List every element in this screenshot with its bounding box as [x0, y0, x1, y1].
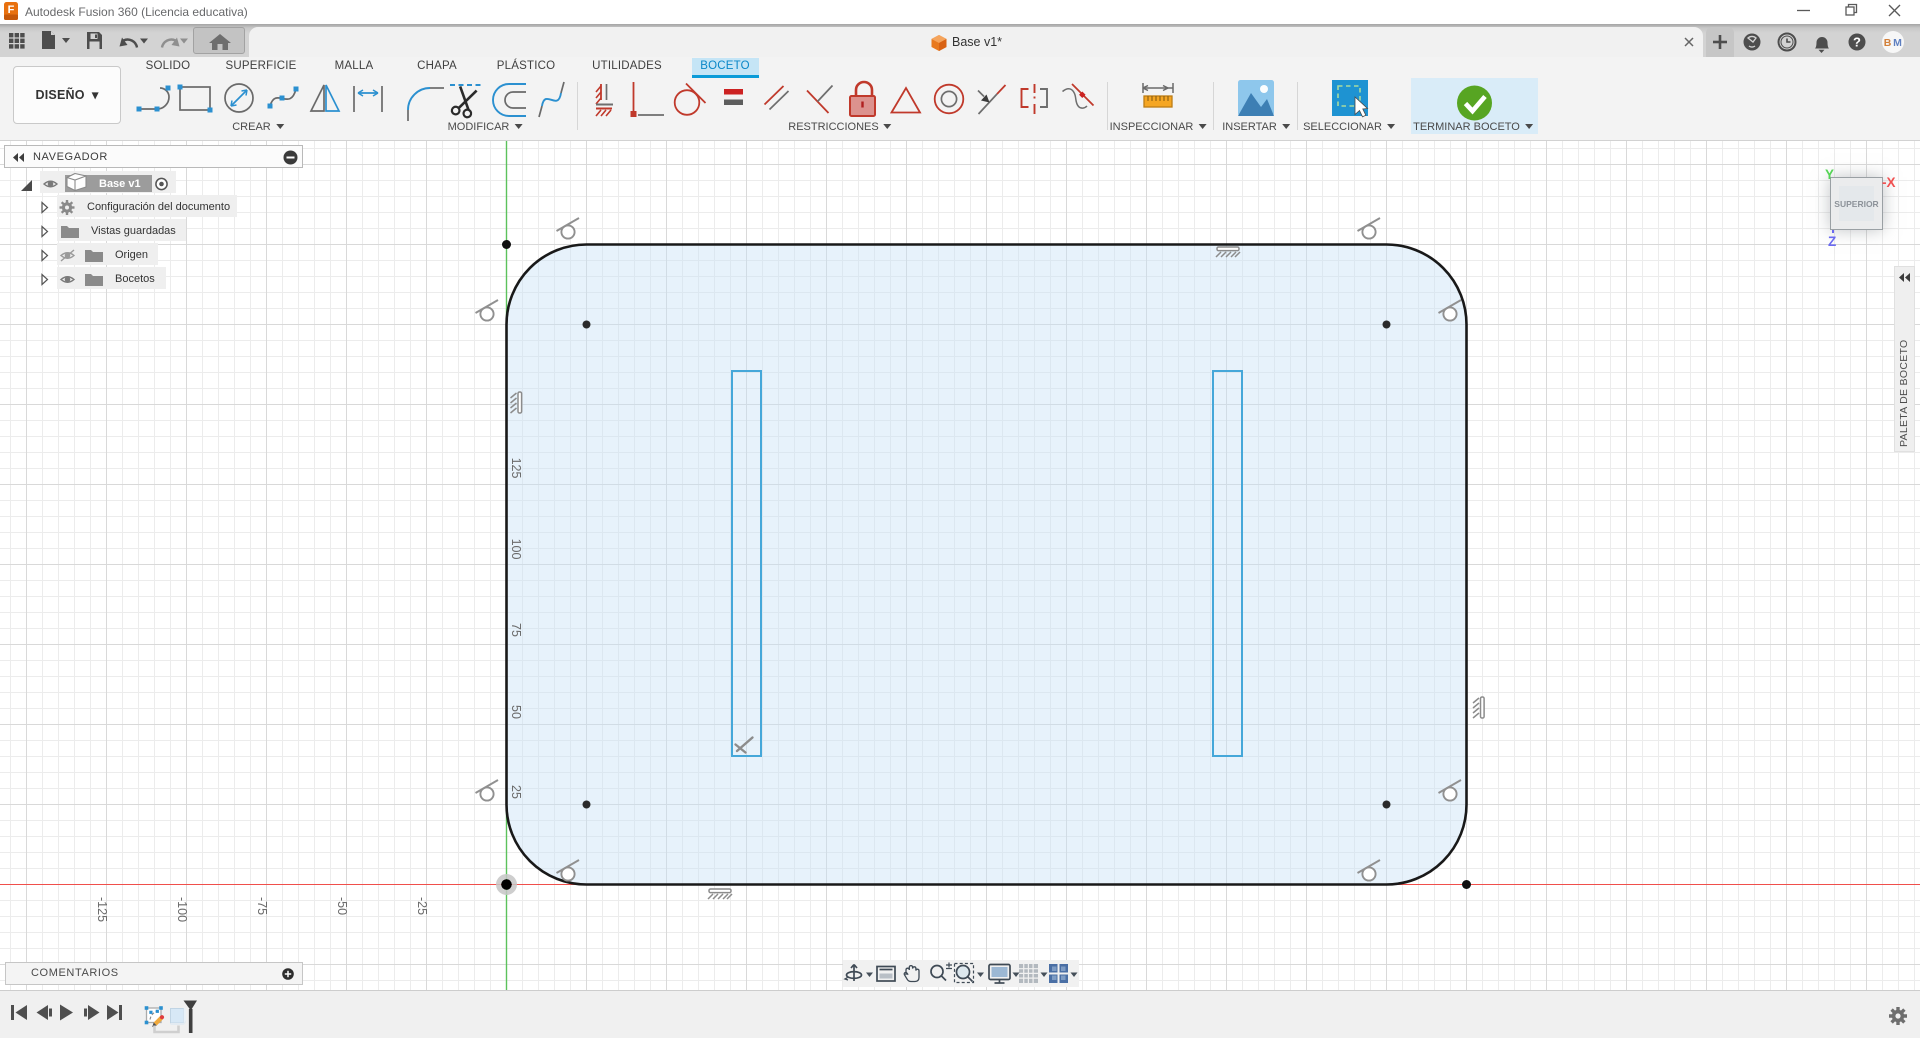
svg-text:-X: -X [1882, 175, 1896, 190]
svg-text:B: B [1884, 37, 1892, 49]
svg-text:F: F [8, 4, 15, 16]
svg-text:50: 50 [509, 705, 523, 719]
svg-text:M: M [1893, 37, 1902, 49]
svg-text:100: 100 [509, 539, 523, 560]
svg-text:125: 125 [509, 458, 523, 479]
svg-text:Y: Y [1825, 167, 1834, 182]
svg-text:-75: -75 [255, 897, 269, 915]
svg-text:-50: -50 [335, 897, 349, 915]
svg-text:?: ? [1853, 35, 1861, 50]
svg-text:Z: Z [1828, 234, 1836, 249]
svg-text:25: 25 [509, 785, 523, 799]
svg-text:75: 75 [509, 623, 523, 637]
svg-text:-100: -100 [175, 897, 189, 922]
svg-text:-125: -125 [95, 897, 109, 922]
svg-text:-25: -25 [415, 897, 429, 915]
